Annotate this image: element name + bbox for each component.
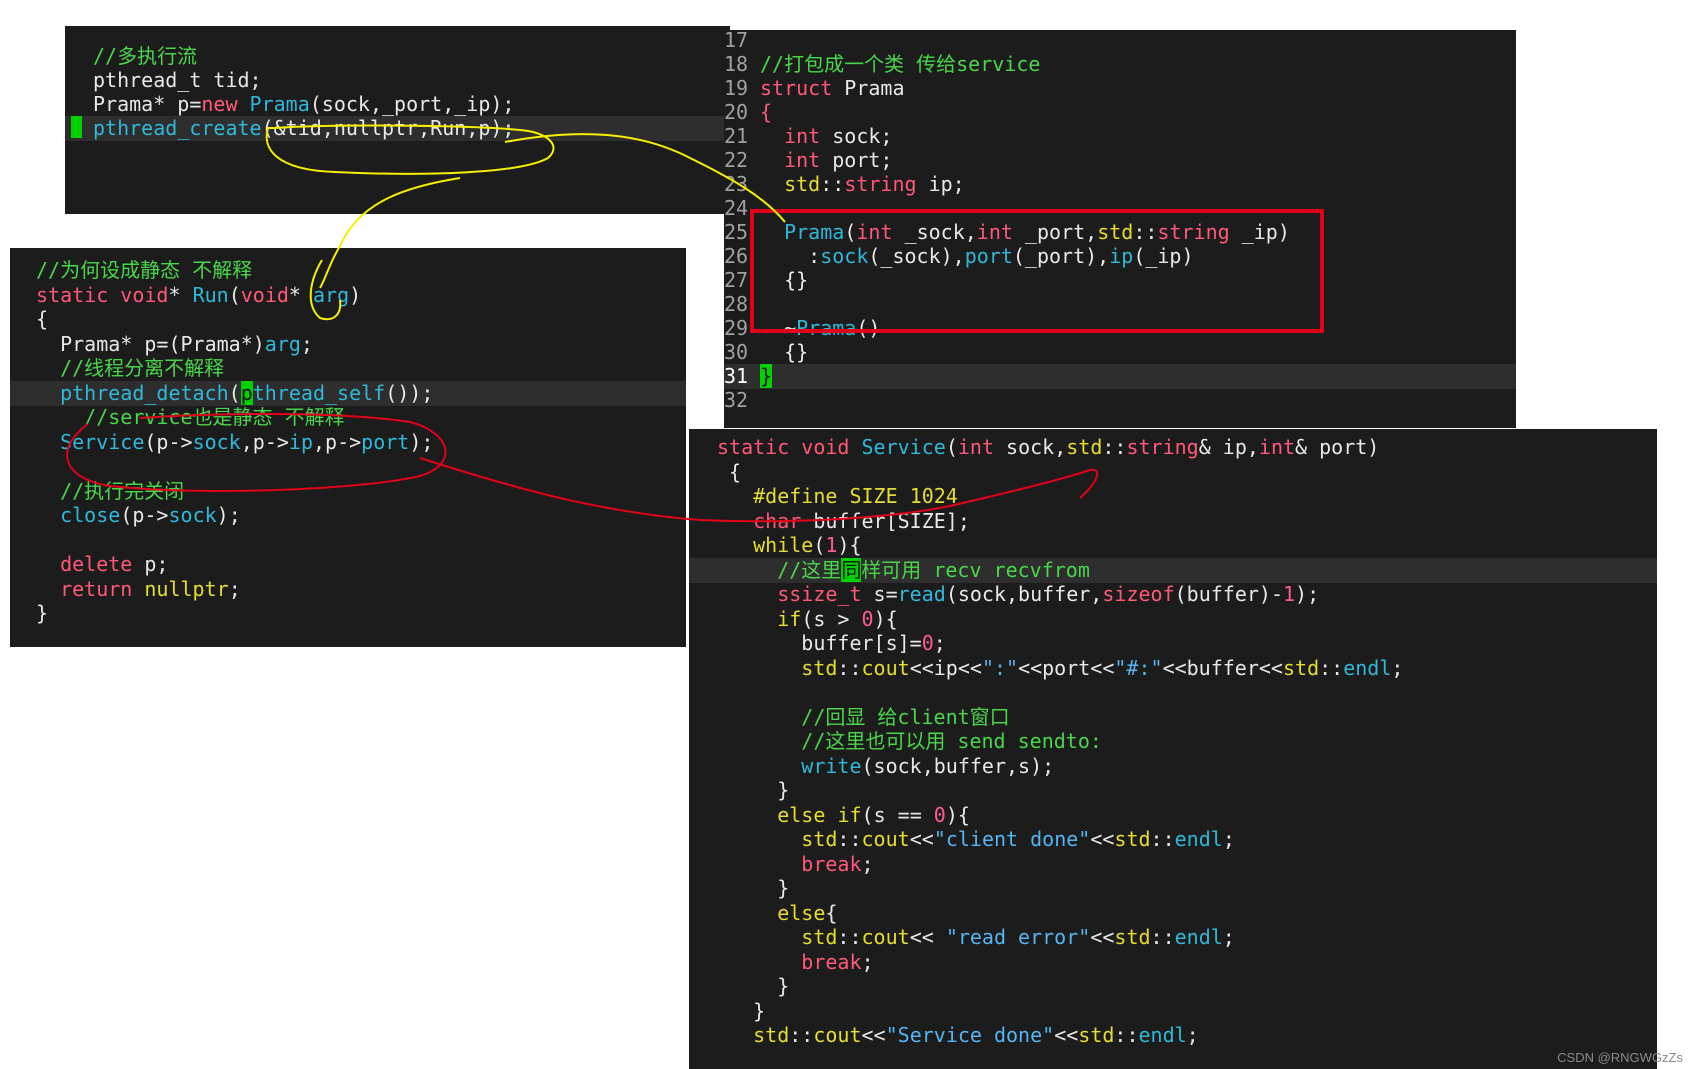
yellow-line-to-run-arg (319, 177, 461, 289)
watermark: CSDN @RNGWGzZs (1557, 1050, 1683, 1065)
yellow-line-to-struct (504, 133, 786, 223)
red-circle-service-call (66, 413, 447, 492)
yellow-circle-create-args (265, 124, 555, 175)
annotation-overlay (66, 124, 1324, 523)
yellow-mark-arg (309, 259, 342, 321)
red-highlight-box (750, 209, 1324, 333)
red-line-to-service-def (419, 457, 1099, 523)
